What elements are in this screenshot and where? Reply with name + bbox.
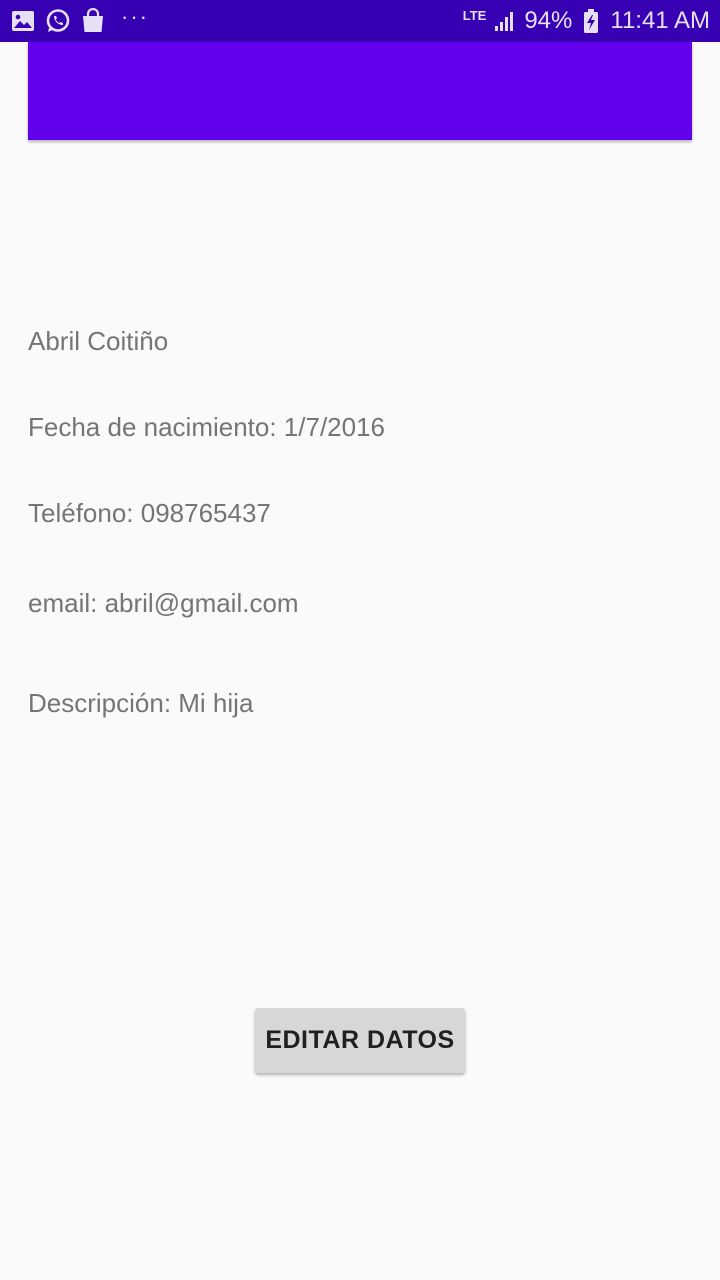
system-status: LTE 94% 11:41 AM bbox=[463, 8, 710, 34]
network-type: LTE bbox=[462, 7, 487, 23]
phone-text: Teléfono: 098765437 bbox=[28, 498, 271, 528]
birth-date-text: Fecha de nacimiento: 1/7/2016 bbox=[28, 412, 386, 442]
email-text: email: abril@gmail.com bbox=[28, 588, 299, 618]
clock: 11:41 AM bbox=[610, 7, 710, 34]
notification-icons: ··· bbox=[10, 4, 149, 34]
signal-icon bbox=[492, 8, 518, 34]
status-bar: ··· LTE 94% 11:41 AM bbox=[0, 0, 720, 42]
description-text: Descripción: Mi hija bbox=[28, 688, 254, 718]
battery-charging-icon bbox=[578, 8, 604, 34]
edit-data-button[interactable]: EDITAR DATOS bbox=[255, 1008, 465, 1073]
shopping-bag-icon bbox=[80, 8, 106, 34]
whatsapp-icon bbox=[45, 8, 71, 34]
battery-percentage: 94% bbox=[524, 7, 573, 34]
contact-name: Abril Coitiño bbox=[28, 326, 169, 356]
header-banner bbox=[28, 42, 692, 140]
gallery-icon bbox=[10, 8, 36, 34]
more-dots-icon: ··· bbox=[121, 4, 149, 29]
